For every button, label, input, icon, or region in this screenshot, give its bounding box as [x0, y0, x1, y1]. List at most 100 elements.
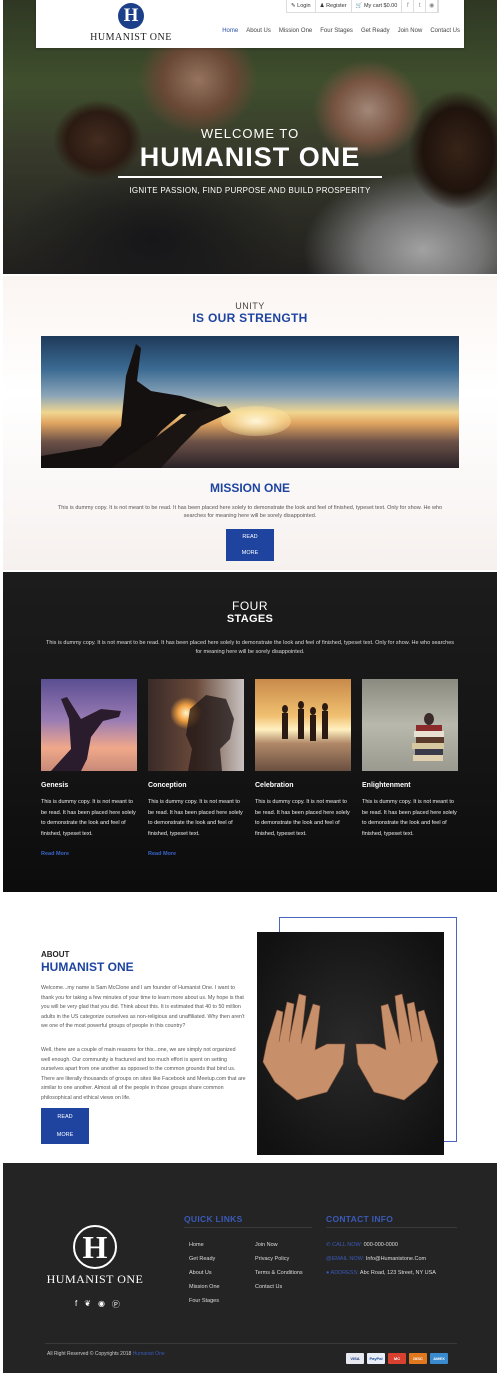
menu-item-get-ready[interactable]: Get Ready: [357, 28, 394, 34]
open-hands-icon: [262, 993, 439, 1101]
about-read-more-button[interactable]: READ MORE: [41, 1108, 89, 1144]
copyright-text: All Right Reserved © Copyrights 2018: [47, 1351, 132, 1357]
mastercard-icon: MC: [388, 1353, 406, 1364]
stages-intro: This is dummy copy. It is not meant to b…: [45, 640, 455, 655]
hero-brand: HUMANIST ONE: [139, 142, 361, 172]
stage-text: This is dummy copy. It is not meant to b…: [362, 799, 457, 837]
mission-text: This is dummy copy. It is not meant to b…: [57, 505, 443, 519]
footer-link-four-stages[interactable]: Four Stages: [189, 1294, 220, 1308]
contact-address: ● ADDRESS: Abc Road, 123 Street, NY USA: [326, 1266, 436, 1280]
menu-item-home[interactable]: Home: [218, 28, 242, 34]
call-label: CALL NOW:: [332, 1242, 363, 1248]
hands-silhouette-icon: [41, 344, 231, 468]
stage-title: Conception: [148, 782, 187, 789]
stage-card-celebration: Celebration This is dummy copy. It is no…: [255, 679, 351, 839]
genesis-image: [41, 679, 137, 771]
address-label: ADDRESS:: [330, 1270, 359, 1276]
facebook-icon[interactable]: f: [402, 0, 415, 12]
twitter-icon[interactable]: t: [414, 0, 427, 12]
address-value: Abc Road, 123 Street, NY USA: [359, 1270, 436, 1276]
stage-card-genesis: Genesis This is dummy copy. It is not me…: [41, 679, 137, 857]
logo-h-icon: H: [118, 3, 144, 29]
stage-title: Enlightenment: [362, 782, 411, 789]
footer-divider: [45, 1343, 457, 1344]
site-logo[interactable]: H HUMANIST ONE: [80, 3, 182, 43]
email-label: EMAIL NOW:: [331, 1256, 365, 1262]
stage-text: This is dummy copy. It is not meant to b…: [148, 799, 243, 837]
footer-instagram-icon[interactable]: ◉: [98, 1299, 105, 1310]
footer-link-home[interactable]: Home: [189, 1238, 220, 1252]
instagram-icon[interactable]: ◉: [426, 0, 439, 12]
login-label: Login: [297, 3, 311, 9]
footer-logo-h-icon: H: [73, 1225, 117, 1269]
footer-link-contact-us[interactable]: Contact Us: [255, 1280, 303, 1294]
mission-read-more-button[interactable]: READ MORE: [226, 529, 274, 561]
stage-card-enlightenment: Enlightenment This is dummy copy. It is …: [362, 679, 458, 839]
contact-info: ✆ CALL NOW: 000-000-0000 @EMAIL NOW: Inf…: [326, 1238, 436, 1280]
footer-link-privacy-policy[interactable]: Privacy Policy: [255, 1252, 303, 1266]
menu-item-four-stages[interactable]: Four Stages: [316, 28, 357, 34]
contact-phone: ✆ CALL NOW: 000-000-0000: [326, 1238, 436, 1252]
mission-title: MISSION ONE: [209, 481, 290, 495]
register-link[interactable]: ♟ Register: [316, 0, 352, 12]
hero-text: WELCOME TO HUMANIST ONE IGNITE PASSION, …: [3, 126, 497, 195]
email-value[interactable]: Info@Humanistone.Com: [366, 1256, 426, 1262]
about-small-heading: ABOUT: [41, 950, 70, 959]
footer-link-get-ready[interactable]: Get Ready: [189, 1252, 220, 1266]
copyright-brand-link[interactable]: Humanist One: [133, 1351, 165, 1357]
stages-small-heading: FOUR: [232, 599, 268, 613]
celebration-image: [255, 679, 351, 771]
contact-email: @EMAIL NOW: Info@Humanistone.Com: [326, 1252, 436, 1266]
quick-links-heading: QUICK LINKS: [184, 1214, 243, 1224]
footer-logo-text: HUMANIST ONE: [46, 1272, 144, 1286]
footer-twitter-icon[interactable]: ❦: [84, 1299, 91, 1310]
discover-icon: DISC: [409, 1353, 427, 1364]
menu-item-mission-one[interactable]: Mission One: [275, 28, 316, 34]
head-silhouette-icon: [186, 695, 234, 771]
genesis-read-more-link[interactable]: Read More: [41, 851, 137, 857]
copyright: All Right Reserved © Copyrights 2018 Hum…: [47, 1351, 165, 1357]
quick-links-col-2: Join Now Privacy Policy Terms & Conditio…: [255, 1238, 303, 1294]
cart-label: My cart $0.00: [363, 3, 398, 9]
footer-facebook-icon[interactable]: f: [75, 1299, 77, 1310]
about-paragraph-1: Welcome...my name is Sam McClone and I a…: [41, 985, 245, 1029]
dancers-silhouette-icon: [282, 701, 328, 741]
quick-links-col-1: Home Get Ready About Us Mission One Four…: [189, 1238, 220, 1308]
stage-card-conception: Conception This is dummy copy. It is not…: [148, 679, 244, 857]
footer-link-about-us[interactable]: About Us: [189, 1266, 220, 1280]
contact-info-heading: CONTACT INFO: [326, 1214, 394, 1224]
footer-link-mission-one[interactable]: Mission One: [189, 1280, 220, 1294]
call-value[interactable]: 000-000-0000: [364, 1242, 398, 1248]
hero-welcome: WELCOME TO: [200, 126, 300, 141]
four-stages-section: FOUR STAGES This is dummy copy. It is no…: [3, 572, 497, 892]
about-section: ABOUT HUMANIST ONE Welcome...my name is …: [3, 900, 497, 1162]
mission-button-wrap: READ MORE: [3, 529, 497, 561]
book-stack-icon: [412, 713, 444, 761]
menu-item-join-now[interactable]: Join Now: [394, 28, 427, 34]
menu-item-contact-us[interactable]: Contact Us: [426, 28, 464, 34]
hands-image: [257, 932, 444, 1155]
menu-item-about-us[interactable]: About Us: [242, 28, 275, 34]
contact-info-rule: [326, 1227, 457, 1228]
visa-icon: VISA: [346, 1353, 364, 1364]
stage-text: This is dummy copy. It is not meant to b…: [255, 799, 350, 837]
main-menu: Home About Us Mission One Four Stages Ge…: [218, 28, 464, 34]
login-link[interactable]: ✎ Login: [287, 0, 316, 12]
conception-read-more-link[interactable]: Read More: [148, 851, 244, 857]
footer-social: f ❦ ◉ Ⓟ: [75, 1299, 120, 1310]
header-nav: H HUMANIST ONE ✎ Login ♟ Register 🛒 My c…: [36, 0, 464, 48]
top-utility-bar: ✎ Login ♟ Register 🛒 My cart $0.00 f t ◉: [286, 0, 440, 13]
footer-pinterest-icon[interactable]: Ⓟ: [112, 1299, 120, 1310]
amex-icon: AMEX: [430, 1353, 448, 1364]
site-footer: H HUMANIST ONE f ❦ ◉ Ⓟ QUICK LINKS Home …: [3, 1163, 497, 1373]
enlightenment-image: [362, 679, 458, 771]
footer-link-terms[interactable]: Terms & Conditions: [255, 1266, 303, 1280]
cart-link[interactable]: 🛒 My cart $0.00: [352, 0, 403, 12]
quick-links-rule: [184, 1227, 312, 1228]
unity-small-heading: UNITY: [235, 301, 265, 311]
conception-image: [148, 679, 244, 771]
stage-title: Genesis: [41, 782, 69, 789]
stage-text: This is dummy copy. It is not meant to b…: [41, 799, 136, 837]
footer-link-join-now[interactable]: Join Now: [255, 1238, 303, 1252]
footer-logo[interactable]: H HUMANIST ONE: [45, 1225, 145, 1287]
